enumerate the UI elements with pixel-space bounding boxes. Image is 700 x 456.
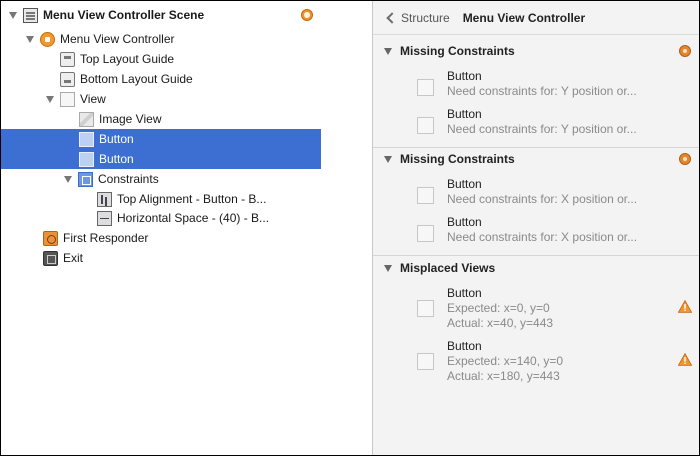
layout-guide-icon — [60, 51, 75, 67]
section-header-misplaced-views[interactable]: Misplaced Views — [373, 259, 699, 277]
alignment-constraint-icon — [97, 191, 112, 207]
error-badge-icon — [679, 153, 691, 165]
section-title: Missing Constraints — [400, 44, 515, 58]
back-to-structure-button[interactable]: Structure — [386, 10, 450, 25]
outline-row-exit[interactable]: Exit — [1, 248, 372, 268]
view-icon — [60, 91, 75, 107]
image-view-icon — [79, 111, 94, 127]
button-thumbnail-icon — [417, 353, 434, 370]
outline-row-bottom-layout-guide[interactable]: Bottom Layout Guide — [1, 69, 372, 89]
outline-row-button-1[interactable]: Button — [1, 129, 321, 149]
first-responder-icon — [43, 230, 58, 246]
issue-expected: Expected: x=140, y=0 — [447, 354, 564, 368]
button-thumbnail-icon — [417, 79, 434, 96]
outline-row-view[interactable]: View — [1, 89, 372, 109]
outline-row-image-view[interactable]: Image View — [1, 109, 372, 129]
outline-row-top-alignment[interactable]: Top Alignment - Button - B... — [1, 189, 372, 209]
section-title: Missing Constraints — [400, 152, 515, 166]
issue-actual: Actual: x=180, y=443 — [447, 369, 560, 383]
section-separator — [373, 255, 699, 256]
outline-item-label: Image View — [99, 112, 162, 126]
issue-expected: Expected: x=0, y=0 — [447, 301, 550, 315]
issue-title: Button — [447, 215, 482, 229]
section-header-missing-constraints[interactable]: Missing Constraints — [373, 150, 699, 168]
breadcrumb-title: Menu View Controller — [462, 10, 586, 25]
storyboard-scene-icon — [23, 7, 38, 23]
outline-row-scene[interactable]: Menu View Controller Scene — [1, 5, 372, 25]
issue-title: Button — [447, 286, 482, 300]
warning-triangle-icon[interactable] — [678, 353, 692, 366]
disclosure-triangle-icon[interactable] — [46, 95, 54, 103]
issue-item[interactable]: Button Expected: x=0, y=0 Actual: x=40, … — [417, 284, 697, 334]
issue-item[interactable]: Button Need constraints for: Y position … — [417, 105, 697, 141]
outline-row-constraints[interactable]: Constraints — [1, 169, 372, 189]
issue-title: Button — [447, 339, 482, 353]
interface-builder-window: Menu View Controller Scene Menu View Con… — [0, 0, 700, 456]
issues-panel: Structure Menu View Controller Missing C… — [373, 1, 699, 455]
outline-item-label: Button — [99, 152, 134, 166]
outline-item-label: Exit — [63, 251, 84, 265]
outline-row-horizontal-space[interactable]: Horizontal Space - (40) - B... — [1, 208, 372, 228]
exit-icon — [43, 250, 58, 266]
outline-item-label: Bottom Layout Guide — [80, 72, 193, 86]
issue-item[interactable]: Button Expected: x=140, y=0 Actual: x=18… — [417, 337, 697, 387]
view-controller-icon — [40, 31, 55, 47]
layout-guide-icon — [60, 71, 75, 87]
issue-title: Button — [447, 69, 482, 83]
scene-title: Menu View Controller Scene — [43, 8, 205, 22]
outline-item-label: Menu View Controller — [60, 32, 175, 46]
outline-item-label: First Responder — [63, 231, 149, 245]
issue-item[interactable]: Button Need constraints for: X position … — [417, 213, 697, 249]
outline-item-label: Horizontal Space - (40) - B... — [117, 211, 270, 225]
disclosure-triangle-icon[interactable] — [384, 155, 392, 163]
button-thumbnail-icon — [417, 187, 434, 204]
scene-warning-badge-icon[interactable] — [301, 9, 313, 21]
button-thumbnail-icon — [417, 225, 434, 242]
disclosure-triangle-icon[interactable] — [384, 264, 392, 272]
outline-row-first-responder[interactable]: First Responder — [1, 228, 372, 248]
outline-row-top-layout-guide[interactable]: Top Layout Guide — [1, 49, 372, 69]
issue-detail: Need constraints for: Y position or... — [447, 84, 637, 98]
disclosure-triangle-icon[interactable] — [64, 175, 72, 183]
outline-item-label: View — [80, 92, 106, 106]
disclosure-triangle-icon[interactable] — [384, 47, 392, 55]
outline-item-label: Button — [99, 132, 134, 146]
disclosure-triangle-icon[interactable] — [26, 35, 34, 43]
constraints-icon — [78, 171, 93, 187]
outline-item-label: Top Alignment - Button - B... — [117, 192, 267, 206]
document-outline: Menu View Controller Scene Menu View Con… — [1, 1, 372, 455]
button-icon — [79, 151, 94, 167]
issue-item[interactable]: Button Need constraints for: Y position … — [417, 67, 697, 103]
issue-detail: Need constraints for: X position or... — [447, 192, 638, 206]
outline-row-button-2[interactable]: Button — [1, 149, 321, 169]
disclosure-triangle-icon[interactable] — [9, 11, 17, 19]
outline-row-view-controller[interactable]: Menu View Controller — [1, 29, 372, 49]
spacing-constraint-icon — [97, 210, 112, 226]
issue-item[interactable]: Button Need constraints for: X position … — [417, 175, 697, 211]
back-label: Structure — [401, 10, 450, 25]
section-title: Misplaced Views — [400, 261, 496, 275]
issue-detail: Need constraints for: X position or... — [447, 230, 638, 244]
issues-breadcrumb-bar: Structure Menu View Controller — [373, 1, 699, 35]
button-thumbnail-icon — [417, 117, 434, 134]
chevron-left-icon — [386, 11, 398, 24]
issue-title: Button — [447, 107, 482, 121]
button-thumbnail-icon — [417, 300, 434, 317]
outline-item-label: Constraints — [98, 172, 159, 186]
issue-detail: Need constraints for: Y position or... — [447, 122, 637, 136]
issue-actual: Actual: x=40, y=443 — [447, 316, 554, 330]
outline-item-label: Top Layout Guide — [80, 52, 175, 66]
button-icon — [79, 131, 94, 147]
section-separator — [373, 147, 699, 148]
error-badge-icon — [679, 45, 691, 57]
issue-title: Button — [447, 177, 482, 191]
section-header-missing-constraints[interactable]: Missing Constraints — [373, 42, 699, 60]
warning-triangle-icon[interactable] — [678, 300, 692, 313]
